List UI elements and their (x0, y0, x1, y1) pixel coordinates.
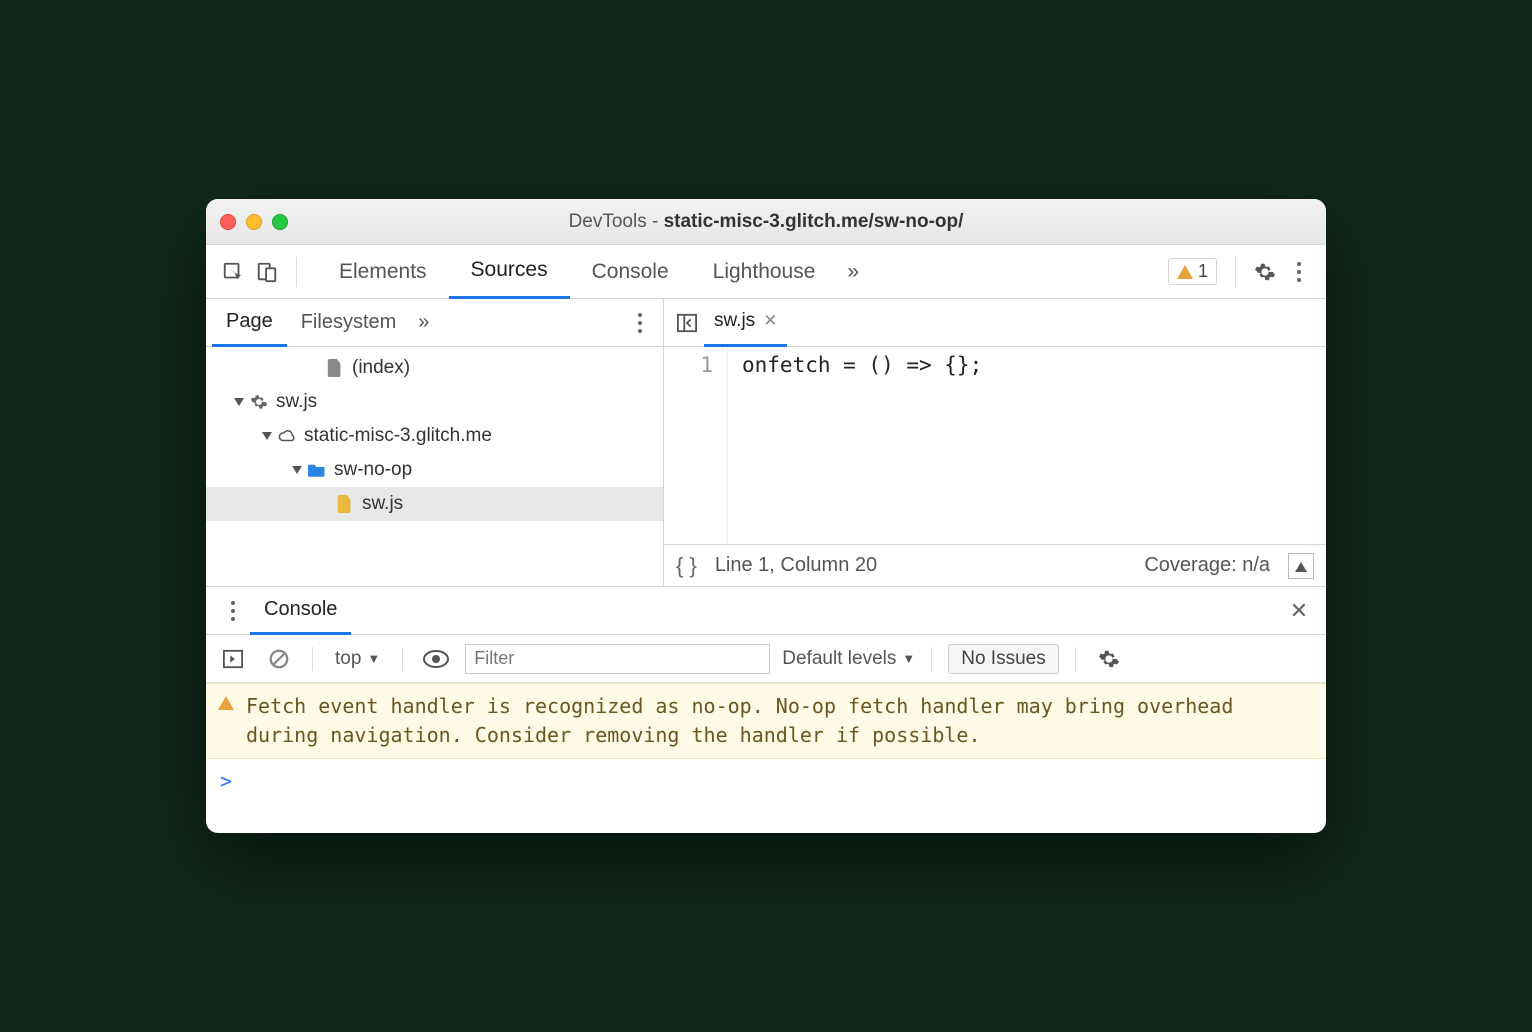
code-editor[interactable]: 1 onfetch = () => {}; (664, 347, 1326, 544)
caret-icon (262, 432, 272, 440)
tree-file-index[interactable]: (index) (206, 351, 663, 385)
js-file-icon (336, 495, 354, 513)
panel-tabs: Elements Sources Console Lighthouse » (317, 245, 869, 299)
code-line: onfetch = () => {}; (742, 353, 1326, 377)
file-icon (326, 359, 344, 377)
editor-statusbar: { } Line 1, Column 20 Coverage: n/a (664, 544, 1326, 586)
level-label: Default levels (782, 648, 896, 670)
tab-filename: sw.js (714, 310, 755, 332)
prompt-chevron-icon: > (220, 769, 232, 793)
device-toggle-icon[interactable] (250, 255, 284, 289)
cloud-icon (278, 427, 296, 445)
divider (402, 647, 403, 671)
titlebar: DevTools - static-misc-3.glitch.me/sw-no… (206, 199, 1326, 245)
log-level-select[interactable]: Default levels ▼ (782, 648, 915, 670)
caret-icon (234, 398, 244, 406)
toggle-sidebar-icon[interactable] (216, 642, 250, 676)
settings-icon[interactable] (1248, 255, 1282, 289)
warnings-count: 1 (1198, 261, 1208, 282)
tree-folder[interactable]: sw-no-op (206, 453, 663, 487)
editor-tabs: sw.js ✕ (664, 299, 1326, 347)
chevron-down-icon: ▼ (902, 651, 915, 666)
title-prefix: DevTools - (569, 211, 664, 232)
warning-message: Fetch event handler is recognized as no-… (246, 692, 1314, 750)
coverage-status: Coverage: n/a (1144, 554, 1270, 577)
clear-console-icon[interactable] (262, 642, 296, 676)
divider (1075, 647, 1076, 671)
tree-domain[interactable]: static-misc-3.glitch.me (206, 419, 663, 453)
nav-tabs-overflow[interactable]: » (410, 299, 437, 347)
tree-label: static-misc-3.glitch.me (304, 425, 492, 447)
console-toolbar: top ▼ Default levels ▼ No Issues (206, 635, 1326, 683)
nav-tab-page[interactable]: Page (212, 299, 287, 347)
editor-pane: sw.js ✕ 1 onfetch = () => {}; { } Line 1… (664, 299, 1326, 586)
console-settings-icon[interactable] (1092, 642, 1126, 676)
warning-icon (218, 696, 234, 710)
navigator-more-icon[interactable] (623, 306, 657, 340)
tabs-overflow[interactable]: » (837, 245, 869, 299)
navigator-tabs: Page Filesystem » (206, 299, 663, 347)
tab-console[interactable]: Console (570, 245, 691, 299)
console-warning-row[interactable]: Fetch event handler is recognized as no-… (206, 683, 1326, 759)
divider (931, 647, 932, 671)
divider (296, 257, 297, 287)
source-tree[interactable]: (index) sw.js static-misc-3.glitch.me sw… (206, 347, 663, 586)
drawer-more-icon[interactable] (216, 594, 250, 628)
devtools-window: DevTools - static-misc-3.glitch.me/sw-no… (206, 199, 1326, 833)
caret-icon (292, 466, 302, 474)
console-filter-input[interactable] (465, 644, 770, 674)
folder-icon (308, 461, 326, 479)
line-gutter: 1 (664, 347, 728, 544)
pretty-print-icon[interactable]: { } (676, 553, 697, 579)
console-output: Fetch event handler is recognized as no-… (206, 683, 1326, 833)
more-menu-icon[interactable] (1282, 255, 1316, 289)
inspect-icon[interactable] (216, 255, 250, 289)
tree-worker[interactable]: sw.js (206, 385, 663, 419)
tree-label: sw.js (362, 493, 403, 515)
console-prompt[interactable]: > (206, 759, 1326, 833)
close-tab-icon[interactable]: ✕ (763, 311, 777, 331)
issues-button[interactable]: No Issues (948, 644, 1058, 674)
line-number: 1 (664, 353, 713, 377)
context-label: top (335, 648, 361, 670)
tree-label: sw.js (276, 391, 317, 413)
divider (1235, 257, 1236, 287)
editor-tab-swjs[interactable]: sw.js ✕ (704, 299, 787, 347)
chevron-down-icon: ▼ (367, 651, 380, 666)
tree-file-swjs[interactable]: sw.js (206, 487, 663, 521)
tree-label: (index) (352, 357, 410, 379)
tab-sources[interactable]: Sources (449, 245, 570, 299)
divider (312, 647, 313, 671)
execution-context-select[interactable]: top ▼ (329, 648, 386, 670)
toggle-navigator-icon[interactable] (670, 306, 704, 340)
tab-elements[interactable]: Elements (317, 245, 449, 299)
code-content[interactable]: onfetch = () => {}; (728, 347, 1326, 544)
drawer-tab-console[interactable]: Console (250, 587, 351, 635)
live-expression-icon[interactable] (419, 642, 453, 676)
main-toolbar: Elements Sources Console Lighthouse » 1 (206, 245, 1326, 299)
tab-lighthouse[interactable]: Lighthouse (691, 245, 838, 299)
title-url: static-misc-3.glitch.me/sw-no-op/ (664, 211, 964, 232)
tree-label: sw-no-op (334, 459, 412, 481)
gear-icon (250, 393, 268, 411)
warning-icon (1177, 265, 1193, 279)
cursor-position: Line 1, Column 20 (715, 554, 877, 577)
toggle-debugger-icon[interactable] (1288, 553, 1314, 579)
window-title: DevTools - static-misc-3.glitch.me/sw-no… (206, 211, 1326, 233)
close-drawer-icon[interactable]: ✕ (1282, 594, 1316, 628)
nav-tab-filesystem[interactable]: Filesystem (287, 299, 411, 347)
navigator-pane: Page Filesystem » (index) sw.js (206, 299, 664, 586)
sources-panel: Page Filesystem » (index) sw.js (206, 299, 1326, 587)
warnings-badge[interactable]: 1 (1168, 258, 1217, 285)
drawer-tabbar: Console ✕ (206, 587, 1326, 635)
